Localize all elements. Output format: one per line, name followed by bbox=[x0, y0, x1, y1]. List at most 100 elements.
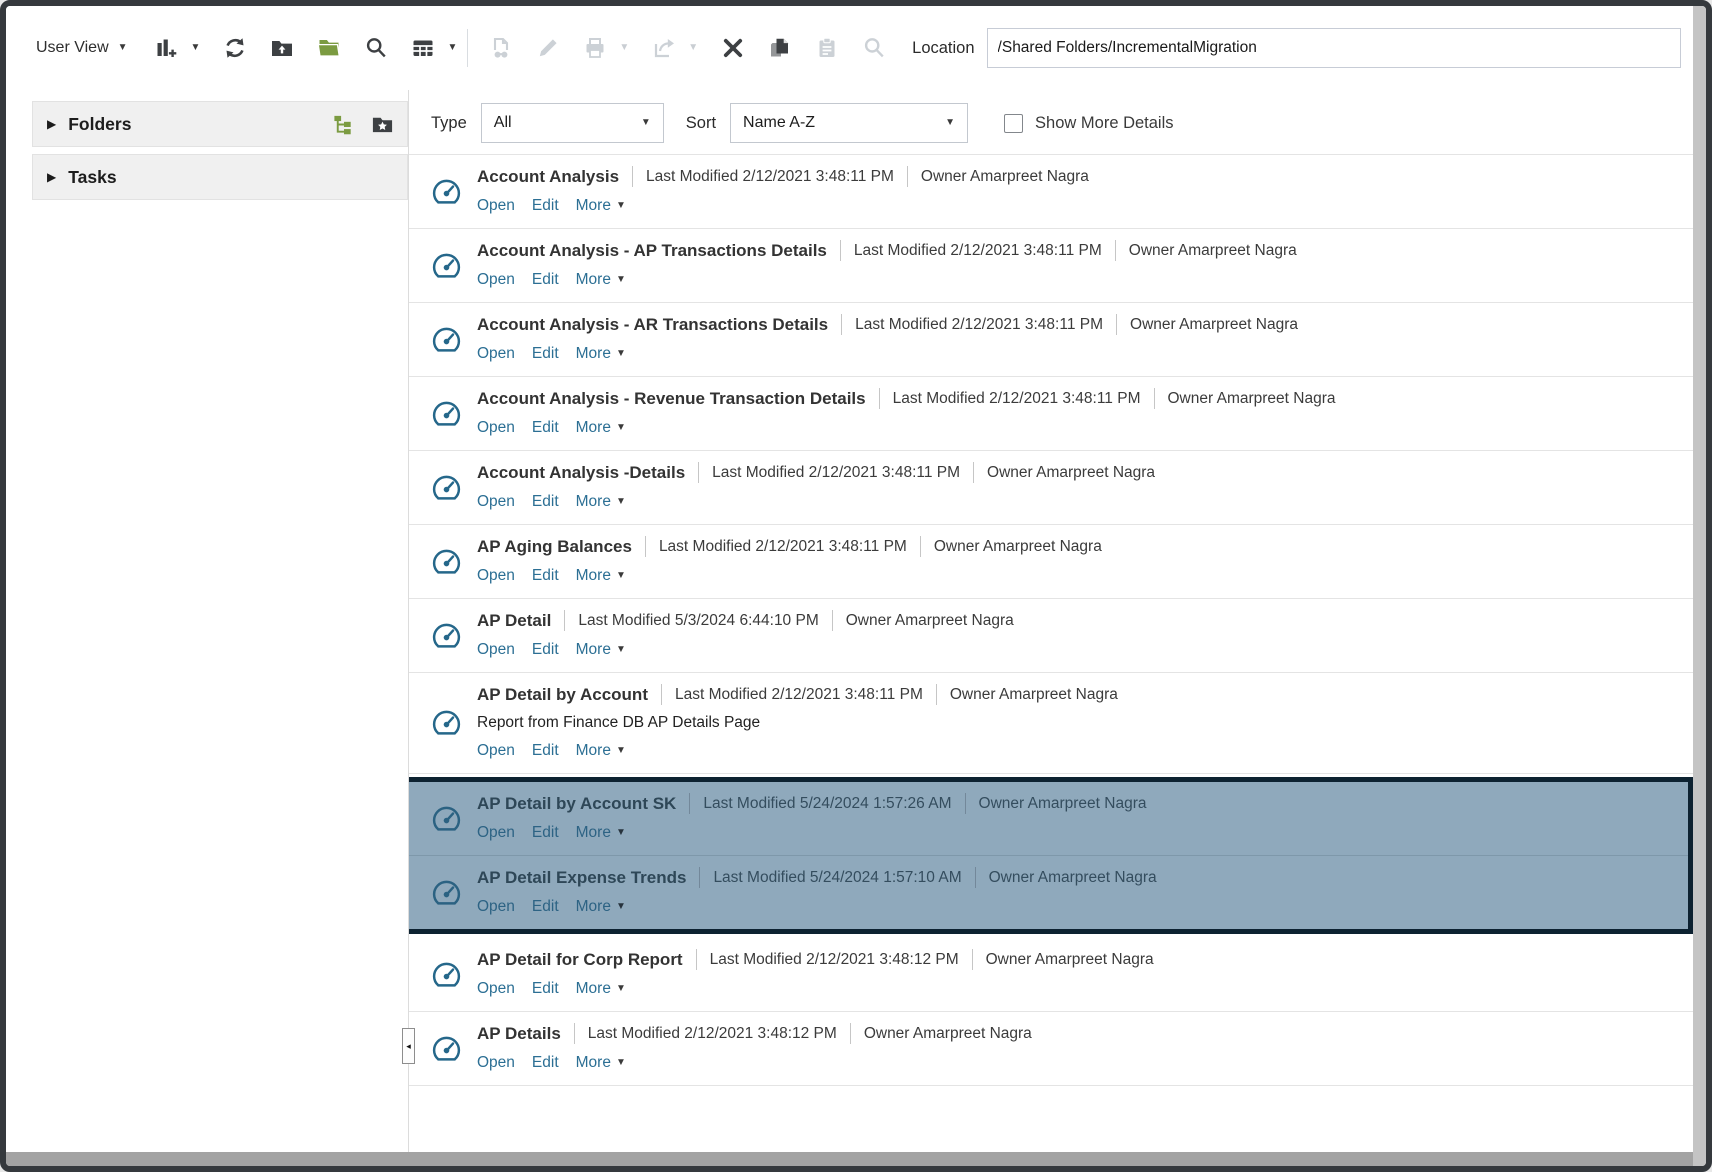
analysis-gauge-icon bbox=[431, 472, 462, 503]
toolbar-divider bbox=[467, 29, 469, 67]
meta-divider bbox=[660, 684, 662, 705]
more-link[interactable]: More ▼ bbox=[576, 197, 626, 215]
item-modified: Last Modified 2/12/2021 3:48:11 PM bbox=[855, 315, 1104, 333]
more-label: More bbox=[575, 196, 611, 214]
sort-label: Sort bbox=[685, 113, 717, 132]
open-link[interactable]: Open bbox=[477, 493, 515, 511]
catalog-item-row[interactable]: Account Analysis -Details Last Modified … bbox=[409, 451, 1693, 525]
catalog-item-row[interactable]: Account Analysis - AR Transactions Detai… bbox=[409, 303, 1693, 377]
type-select[interactable]: All ▼ bbox=[480, 103, 664, 143]
meta-divider bbox=[935, 684, 937, 705]
meta-divider bbox=[973, 462, 975, 483]
catalog-item-row[interactable]: AP Detail Last Modified 5/3/2024 6:44:10… bbox=[409, 599, 1693, 673]
more-link[interactable]: More ▼ bbox=[576, 567, 626, 585]
item-title: AP Detail bbox=[477, 610, 552, 630]
more-link[interactable]: More ▼ bbox=[576, 1054, 626, 1072]
sort-select[interactable]: Name A-Z ▼ bbox=[730, 103, 969, 143]
user-view-menu[interactable]: User View ▼ bbox=[36, 39, 128, 57]
chevron-down-icon[interactable]: ▼ bbox=[447, 43, 457, 53]
more-link[interactable]: More ▼ bbox=[576, 641, 626, 659]
item-title: Account Analysis -Details bbox=[477, 462, 686, 482]
location-bar: Location bbox=[912, 28, 1681, 68]
catalog-item-row-selected[interactable]: AP Detail by Account SK Last Modified 5/… bbox=[409, 782, 1688, 856]
catalog-item-row[interactable]: Account Analysis Last Modified 2/12/2021… bbox=[409, 155, 1693, 229]
more-label: More bbox=[575, 344, 611, 362]
analysis-gauge-icon bbox=[431, 707, 462, 738]
edit-link[interactable]: Edit bbox=[532, 197, 559, 215]
refresh-button[interactable] bbox=[222, 36, 247, 61]
open-link[interactable]: Open bbox=[477, 1054, 515, 1072]
meta-divider bbox=[698, 462, 700, 483]
edit-link[interactable]: Edit bbox=[532, 824, 559, 842]
show-more-details-checkbox[interactable] bbox=[1004, 113, 1024, 133]
expand-arrow-icon[interactable]: ▶ bbox=[47, 118, 56, 130]
meta-divider bbox=[644, 536, 646, 557]
delete-button[interactable] bbox=[720, 36, 745, 61]
edit-link[interactable]: Edit bbox=[532, 1054, 559, 1072]
more-label: More bbox=[575, 979, 611, 997]
search-icon[interactable] bbox=[363, 36, 388, 61]
copy-button[interactable] bbox=[767, 36, 792, 61]
location-input[interactable] bbox=[986, 28, 1681, 68]
catalog-item-row[interactable]: AP Detail for Corp Report Last Modified … bbox=[409, 938, 1693, 1012]
favorites-folder-icon[interactable] bbox=[370, 112, 395, 137]
edit-link[interactable]: Edit bbox=[532, 345, 559, 363]
folders-panel-label: Folders bbox=[68, 113, 132, 134]
tasks-panel-header[interactable]: ▶ Tasks bbox=[32, 154, 408, 200]
more-link[interactable]: More ▼ bbox=[576, 742, 626, 760]
new-object-button[interactable] bbox=[154, 36, 179, 61]
more-label: More bbox=[575, 270, 611, 288]
open-link[interactable]: Open bbox=[477, 641, 515, 659]
edit-link[interactable]: Edit bbox=[532, 980, 559, 998]
edit-link[interactable]: Edit bbox=[532, 567, 559, 585]
list-view-button[interactable] bbox=[410, 36, 435, 61]
more-link[interactable]: More ▼ bbox=[576, 271, 626, 289]
item-modified: Last Modified 2/12/2021 3:48:11 PM bbox=[658, 537, 907, 555]
catalog-item-row[interactable]: Account Analysis - Revenue Transaction D… bbox=[409, 377, 1693, 451]
chevron-down-icon[interactable]: ▼ bbox=[191, 43, 201, 53]
edit-link[interactable]: Edit bbox=[532, 493, 559, 511]
expand-arrow-icon[interactable]: ▶ bbox=[47, 171, 56, 183]
more-link[interactable]: More ▼ bbox=[576, 345, 626, 363]
open-link[interactable]: Open bbox=[477, 345, 515, 363]
more-label: More bbox=[575, 640, 611, 658]
analysis-gauge-icon bbox=[431, 546, 462, 577]
copy-folder-button[interactable] bbox=[316, 36, 341, 61]
open-link[interactable]: Open bbox=[477, 980, 515, 998]
open-link[interactable]: Open bbox=[477, 742, 515, 760]
open-link[interactable]: Open bbox=[477, 271, 515, 289]
meta-divider bbox=[1114, 240, 1116, 261]
edit-link[interactable]: Edit bbox=[532, 419, 559, 437]
more-link[interactable]: More ▼ bbox=[576, 980, 626, 998]
edit-link[interactable]: Edit bbox=[532, 898, 559, 916]
catalog-item-row[interactable]: AP Details Last Modified 2/12/2021 3:48:… bbox=[409, 1012, 1693, 1086]
catalog-item-row[interactable]: AP Aging Balances Last Modified 2/12/202… bbox=[409, 525, 1693, 599]
edit-link[interactable]: Edit bbox=[532, 271, 559, 289]
edit-link[interactable]: Edit bbox=[532, 641, 559, 659]
item-title: AP Detail by Account SK bbox=[477, 793, 677, 813]
catalog-item-row-selected[interactable]: AP Detail Expense Trends Last Modified 5… bbox=[409, 856, 1688, 929]
catalog-item-row[interactable]: AP Detail by Account Last Modified 2/12/… bbox=[409, 673, 1693, 774]
analysis-gauge-icon bbox=[431, 398, 462, 429]
more-link[interactable]: More ▼ bbox=[576, 493, 626, 511]
horizontal-scrollbar[interactable] bbox=[6, 1152, 1693, 1166]
open-link[interactable]: Open bbox=[477, 197, 515, 215]
open-link[interactable]: Open bbox=[477, 898, 515, 916]
catalog-item-row[interactable]: Account Analysis - AP Transactions Detai… bbox=[409, 229, 1693, 303]
folders-panel-header[interactable]: ▶ Folders bbox=[32, 101, 408, 147]
meta-divider bbox=[849, 1023, 851, 1044]
more-link[interactable]: More ▼ bbox=[576, 898, 626, 916]
more-link[interactable]: More ▼ bbox=[576, 419, 626, 437]
chevron-down-icon: ▼ bbox=[615, 496, 626, 507]
splitter-collapse-handle[interactable]: ◂ bbox=[402, 1028, 415, 1064]
open-link[interactable]: Open bbox=[477, 567, 515, 585]
more-link[interactable]: More ▼ bbox=[576, 824, 626, 842]
item-title: Account Analysis bbox=[477, 166, 620, 186]
vertical-scrollbar[interactable] bbox=[1693, 6, 1706, 1166]
analysis-gauge-icon bbox=[431, 176, 462, 207]
edit-link[interactable]: Edit bbox=[532, 742, 559, 760]
open-link[interactable]: Open bbox=[477, 824, 515, 842]
upload-folder-button[interactable] bbox=[269, 36, 294, 61]
tree-view-icon[interactable] bbox=[331, 112, 356, 137]
open-link[interactable]: Open bbox=[477, 419, 515, 437]
